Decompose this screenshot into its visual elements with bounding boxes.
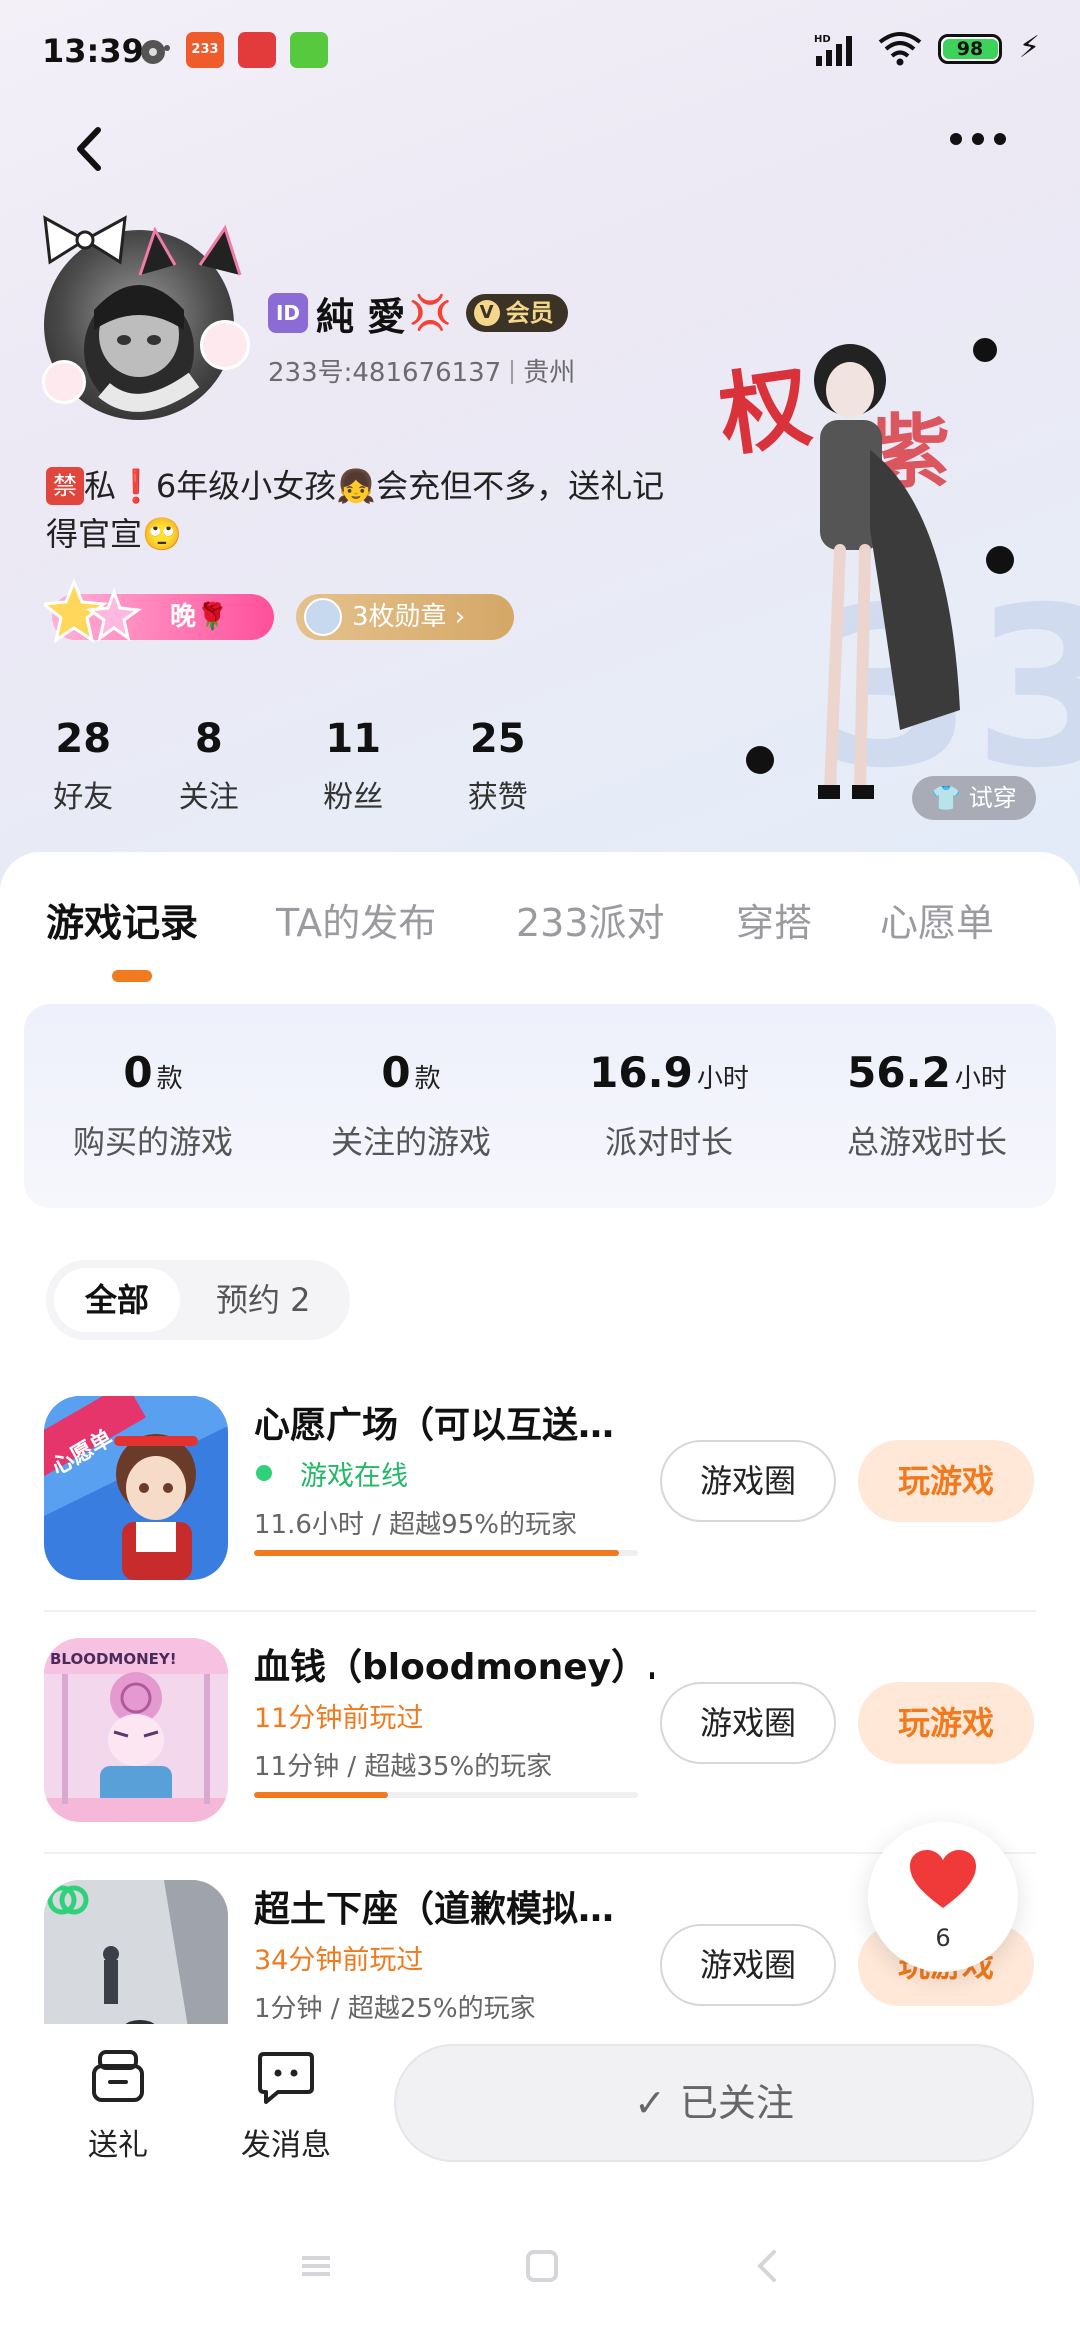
back-nav-icon[interactable] (748, 2246, 788, 2286)
battery-icon: 98 (938, 34, 1002, 64)
game-playtime: 11分钟 / 超越35%的玩家 (254, 1752, 553, 1782)
bio-line1-start: 私 (84, 467, 117, 505)
followed-button[interactable]: ✓ 已关注 (394, 2044, 1034, 2162)
favorite-button[interactable]: 6 (868, 1822, 1018, 1972)
game-status: 游戏在线 (300, 1461, 408, 1492)
online-indicator (256, 1465, 272, 1481)
anger-icon: 💢 (409, 293, 452, 333)
svg-text:HD: HD (814, 34, 831, 45)
stat-followers[interactable]: 11 粉丝 (281, 712, 426, 822)
tab-game-records[interactable]: 游戏记录 (46, 892, 198, 947)
game-row[interactable]: 心愿单 心愿广场（可以互送… 游戏在线 11.6小时 / 超越95%的玩家 游戏… (0, 1370, 1080, 1612)
summary-followed[interactable]: 0款 关注的游戏 (282, 1004, 540, 1208)
status-bar: 13:39 233 HD 98 ⚡ (0, 0, 1080, 100)
back-button[interactable] (70, 124, 110, 174)
tab-party[interactable]: 233派对 (516, 892, 665, 947)
filter-toggle: 全部 预约 2 (46, 1260, 350, 1340)
play-game-button[interactable]: 玩游戏 (858, 1440, 1034, 1522)
app-red-icon (238, 32, 276, 68)
play-game-button[interactable]: 玩游戏 (858, 1682, 1034, 1764)
paw-icon (42, 360, 86, 404)
id-badge: ID (268, 293, 308, 333)
medal-icon (304, 598, 342, 636)
charging-icon: ⚡ (1018, 30, 1040, 65)
filter-all[interactable]: 全部 (54, 1268, 180, 1332)
bottom-action-bar: 送礼 发消息 ✓ 已关注 (0, 2024, 1080, 2340)
uid-row: 233号:481676137 贵州 (268, 352, 575, 389)
tab-outfits[interactable]: 穿搭 (736, 892, 812, 947)
bow-icon (43, 215, 127, 265)
user-location: 贵州 (523, 358, 576, 388)
summary-purchased[interactable]: 0款 购买的游戏 (24, 1004, 282, 1208)
wifi-icon (878, 32, 922, 66)
tab-indicator (112, 970, 152, 982)
game-status: 34分钟前玩过 (254, 1945, 424, 1976)
game-title: 心愿广场（可以互送… (254, 1405, 615, 1446)
battery-level: 98 (956, 38, 984, 60)
star-icon (44, 578, 143, 644)
game-title: 血钱（bloodmoney）… (254, 1647, 654, 1688)
favorite-count: 6 (935, 1924, 951, 1952)
medals-pill[interactable]: 3枚勋章 › (296, 594, 514, 640)
heart-icon (910, 1850, 976, 1908)
bio-line2: 得官宣🙄 (46, 515, 182, 553)
vip-badge[interactable]: V 会员 (465, 294, 568, 332)
game-status: 11分钟前玩过 (254, 1703, 424, 1734)
playtime-progress (254, 1550, 638, 1556)
summary-total-time[interactable]: 56.2 小时 总游戏时长 (798, 1004, 1056, 1208)
user-name: 純 愛 (316, 294, 406, 339)
app-green-icon (290, 32, 328, 68)
stat-following[interactable]: 8 关注 (136, 712, 281, 822)
paw-icon (200, 320, 250, 370)
name-row: ID 純 愛 💢 V 会员 (268, 290, 568, 339)
evening-pill[interactable]: 晚🌹 (44, 578, 274, 644)
ban-badge: 禁 (46, 467, 84, 505)
chat-icon (258, 2052, 314, 2104)
recents-nav-icon[interactable] (296, 2246, 336, 2286)
game-playtime: 1分钟 / 超越25%的玩家 (254, 1994, 536, 2024)
game-circle-button[interactable]: 游戏圈 (660, 1682, 836, 1764)
message-button[interactable]: 发消息 (226, 2048, 346, 2164)
game-summary: 0款 购买的游戏 0款 关注的游戏 16.9 小时 派对时长 56.2 小时 总游戏… (24, 1004, 1056, 1208)
medals-label: 3枚勋章 › (352, 602, 466, 632)
tab-bar: 游戏记录 TA的发布 233派对 穿搭 心愿单 (0, 892, 1080, 972)
status-time: 13:39 (42, 32, 144, 70)
vip-icon: V (473, 300, 500, 326)
stat-likes[interactable]: 25 获赞 (425, 712, 570, 822)
profile-stats: 28 好友 8 关注 11 粉丝 25 获赞 (30, 712, 570, 822)
vip-label: 会员 (505, 299, 554, 327)
avatar-character[interactable]: 权 紫 (720, 290, 1050, 830)
music-disc-icon (141, 40, 170, 64)
try-on-button[interactable]: 👕 试穿 (912, 776, 1036, 820)
more-menu-icon[interactable] (950, 130, 1020, 160)
svg-text:权: 权 (720, 353, 817, 470)
evening-pill-label: 晚🌹 (170, 602, 229, 632)
game-icon-wishlist: 心愿单 (44, 1396, 228, 1580)
user-id: 233号:481676137 (268, 358, 502, 388)
cat-ears-icon (138, 224, 242, 276)
game-icon-bloodmoney: BLOODMONEY! (44, 1638, 228, 1822)
stat-friends[interactable]: 28 好友 (30, 712, 136, 822)
gift-icon (92, 2050, 144, 2102)
exclamation-icon: ❗ (116, 467, 156, 505)
bio: 禁私❗6年级小女孩👧会充但不多，送礼记 得官宣🙄 (46, 462, 726, 558)
game-circle-button[interactable]: 游戏圈 (660, 1924, 836, 2006)
summary-party-time[interactable]: 16.9 小时 派对时长 (540, 1004, 798, 1208)
home-nav-icon[interactable] (522, 2246, 562, 2286)
filter-reserve[interactable]: 预约 2 (216, 1260, 311, 1340)
tab-posts[interactable]: TA的发布 (276, 892, 436, 947)
game-circle-button[interactable]: 游戏圈 (660, 1440, 836, 1522)
checkmark-icon: ✓ (634, 2081, 666, 2125)
game-title: 超土下座（道歉模拟… (254, 1889, 615, 1930)
signal-icon: HD (814, 34, 852, 66)
svg-text:BLOODMONEY!: BLOODMONEY! (50, 1650, 177, 1668)
game-row[interactable]: BLOODMONEY! 血钱（bloodmoney）… 11分钟前玩过 11分钟… (0, 1612, 1080, 1854)
playtime-progress (254, 1792, 638, 1798)
app-233-icon: 233 (186, 32, 224, 68)
gift-button[interactable]: 送礼 (58, 2048, 178, 2164)
game-playtime: 11.6小时 / 超越95%的玩家 (254, 1510, 577, 1540)
tab-wishlist[interactable]: 心愿单 (880, 892, 994, 947)
bio-line1-rest: 6年级小女孩👧会充但不多，送礼记 (155, 467, 665, 505)
